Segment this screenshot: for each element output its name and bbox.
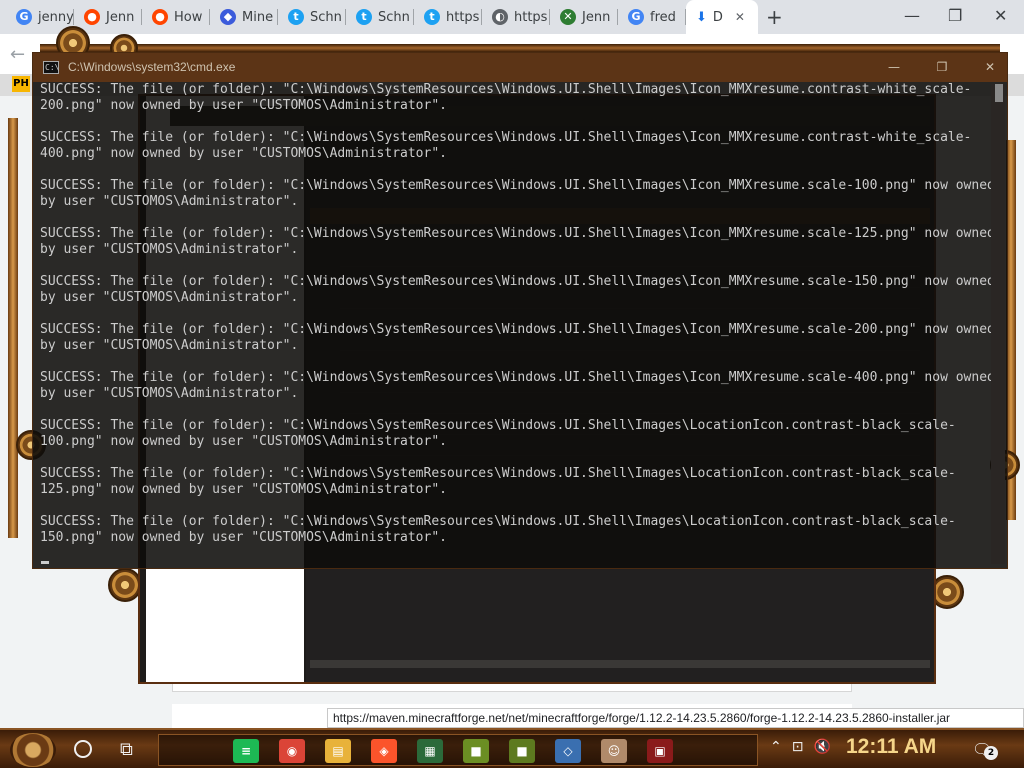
browser-tab-label: How: [174, 9, 203, 25]
cmd-scrollbar[interactable]: [991, 84, 1005, 564]
twitter-icon: t: [288, 9, 304, 25]
taskbar-brave-icon[interactable]: ◈: [371, 739, 397, 763]
taskbar-virtualbox-icon[interactable]: ◇: [555, 739, 581, 763]
frame-top-bar: [40, 44, 1000, 52]
cmd-output-line: SUCCESS: The file (or folder): "C:\Windo…: [40, 130, 972, 161]
gear-icon: [108, 568, 142, 602]
google-icon: G: [628, 9, 644, 25]
browser-tab-label: fred: [650, 9, 676, 25]
browser-tab-label: https: [514, 9, 548, 25]
start-button[interactable]: [10, 733, 56, 767]
browser-tab[interactable]: t Schn: [346, 0, 414, 34]
close-tab-icon[interactable]: ✕: [735, 10, 745, 24]
taskbar-terminal-icon[interactable]: ▦: [417, 739, 443, 763]
notification-count-badge: 2: [984, 746, 998, 760]
browser-tab-label: Schn: [378, 9, 410, 25]
browser-minimize-button[interactable]: —: [904, 6, 920, 25]
cmd-output-line: SUCCESS: The file (or folder): "C:\Windo…: [40, 418, 956, 449]
network-icon[interactable]: ⊡: [792, 739, 804, 755]
cmd-output-line: SUCCESS: The file (or folder): "C:\Windo…: [40, 322, 995, 353]
browser-tab-label: Mine: [242, 9, 274, 25]
browser-tab[interactable]: t https: [414, 0, 482, 34]
browser-tab-label: https: [446, 9, 480, 25]
cmd-output-line: SUCCESS: The file (or folder): "C:\Windo…: [40, 226, 995, 257]
cortana-icon[interactable]: [74, 740, 92, 758]
browser-tab[interactable]: ● How: [142, 0, 210, 34]
browser-tab-strip: Gjenny ● Jenn ● How ◆ Mine t Schn t Schn t https ◐ htt…: [0, 0, 1024, 34]
cmd-maximize-button[interactable]: ❐: [931, 57, 953, 77]
system-tray: ⌃ ⊡ 🔇: [770, 739, 831, 755]
taskbar-photo-icon[interactable]: ☺: [601, 739, 627, 763]
shield-icon: ◆: [220, 9, 236, 25]
new-tab-button[interactable]: +: [766, 5, 783, 29]
taskbar: ⧉ ≡ ◉ ▤ ◈ ▦ ■ ■ ◇ ☺ ▣ ⌃ ⊡ 🔇 12:11 AM 🗨 2: [0, 728, 1024, 768]
taskbar-app-list: ≡ ◉ ▤ ◈ ▦ ■ ■ ◇ ☺ ▣: [158, 734, 758, 766]
download-icon: ⬇: [696, 9, 707, 25]
google-icon: G: [16, 9, 32, 25]
browser-tab[interactable]: ◐ https: [482, 0, 550, 34]
cmd-window: C:\ C:\Windows\system32\cmd.exe — ❐ ✕ SU…: [32, 52, 1008, 569]
cmd-output-line: SUCCESS: The file (or folder): "C:\Windo…: [40, 178, 995, 209]
browser-tab-label: Jenn: [582, 9, 611, 25]
globe-icon: ◐: [492, 9, 508, 25]
browser-tab-label: Jenn: [106, 9, 135, 25]
cmd-minimize-button[interactable]: —: [883, 57, 905, 77]
browser-tab[interactable]: t Schn: [278, 0, 346, 34]
volume-muted-icon[interactable]: 🔇: [813, 739, 830, 755]
link-status-bubble: https://maven.minecraftforge.net/net/min…: [327, 708, 1024, 728]
browser-tab[interactable]: Gfred: [618, 0, 686, 34]
cmd-titlebar[interactable]: C:\ C:\Windows\system32\cmd.exe — ❐ ✕: [33, 53, 1007, 82]
cmd-output-line: SUCCESS: The file (or folder): "C:\Windo…: [40, 82, 972, 113]
browser-tab[interactable]: ✕ Jenn: [550, 0, 618, 34]
cmd-title: C:\Windows\system32\cmd.exe: [68, 60, 236, 74]
cmd-output-line: SUCCESS: The file (or folder): "C:\Windo…: [40, 370, 995, 401]
sword-icon: ✕: [560, 9, 576, 25]
cmd-output: SUCCESS: The file (or folder): "C:\Windo…: [40, 82, 1000, 560]
cmd-output-line: SUCCESS: The file (or folder): "C:\Windo…: [40, 466, 956, 497]
twitter-icon: t: [424, 9, 440, 25]
task-view-icon[interactable]: ⧉: [120, 739, 133, 760]
taskbar-spotify-icon[interactable]: ≡: [233, 739, 259, 763]
browser-tab[interactable]: ◆ Mine: [210, 0, 278, 34]
reddit-icon: ●: [84, 9, 100, 25]
cmd-close-button[interactable]: ✕: [979, 57, 1001, 77]
browser-tab-active[interactable]: ⬇ D ✕: [686, 0, 758, 34]
twitter-icon: t: [356, 9, 372, 25]
show-hidden-icons-icon[interactable]: ⌃: [770, 739, 782, 755]
browser-tab-label: Schn: [310, 9, 342, 25]
taskbar-game-icon[interactable]: ▣: [647, 739, 673, 763]
frame-left-pipe: [8, 118, 18, 538]
browser-close-button[interactable]: ✕: [994, 6, 1007, 25]
reddit-icon: ●: [152, 9, 168, 25]
bookmark-ph-icon[interactable]: PH: [12, 76, 30, 92]
cmd-output-line: SUCCESS: The file (or folder): "C:\Windo…: [40, 274, 995, 305]
browser-maximize-button[interactable]: ❐: [948, 6, 962, 25]
taskbar-chrome-icon[interactable]: ◉: [279, 739, 305, 763]
cmd-console[interactable]: SUCCESS: The file (or folder): "C:\Windo…: [33, 82, 1007, 568]
explorer-horizontal-scrollbar[interactable]: [310, 660, 930, 668]
taskbar-minecraft-2-icon[interactable]: ■: [509, 739, 535, 763]
cmd-output-line: SUCCESS: The file (or folder): "C:\Windo…: [40, 514, 956, 545]
taskbar-minecraft-icon[interactable]: ■: [463, 739, 489, 763]
cmd-icon: C:\: [43, 61, 60, 74]
browser-tab[interactable]: ● Jenn: [74, 0, 142, 34]
browser-tab-label: D: [712, 9, 723, 25]
back-arrow-icon[interactable]: ←: [10, 44, 25, 65]
taskbar-file-explorer-icon[interactable]: ▤: [325, 739, 351, 763]
taskbar-clock[interactable]: 12:11 AM: [846, 735, 936, 759]
browser-tab-label: jenny: [38, 9, 74, 25]
cmd-cursor: [41, 561, 49, 564]
cmd-scroll-thumb[interactable]: [995, 84, 1003, 102]
